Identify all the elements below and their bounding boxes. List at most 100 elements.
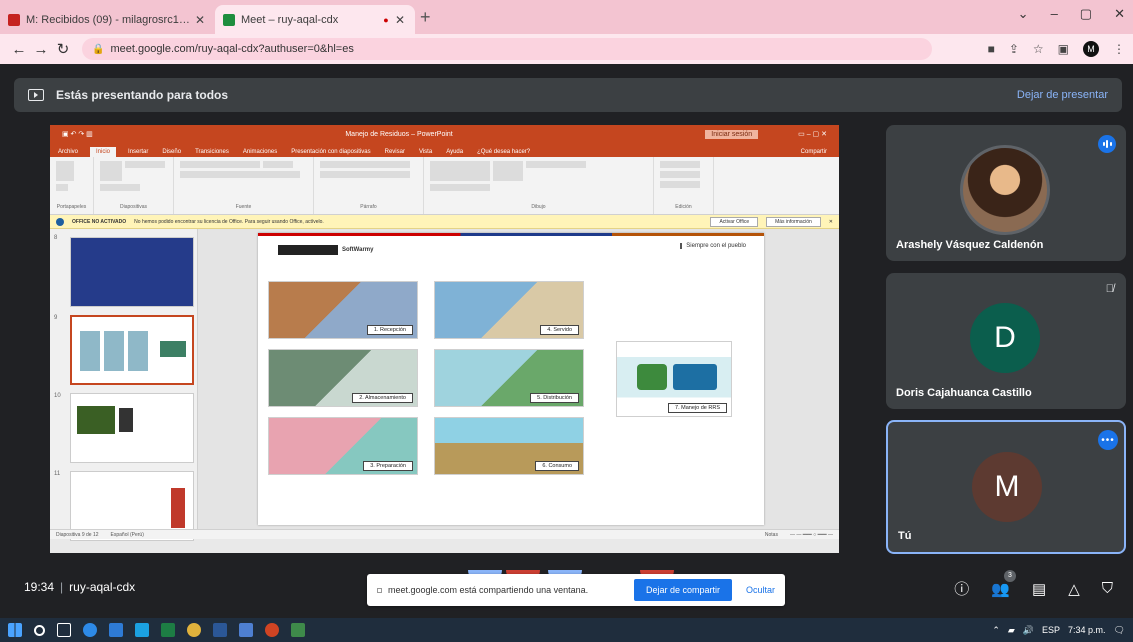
participant-tile[interactable]: D 🎙̸ Doris Cajahuanca Castillo <box>886 273 1126 409</box>
participant-tile[interactable]: Arashely Vásquez Caldenón <box>886 125 1126 261</box>
hide-button[interactable]: Ocultar <box>746 585 775 595</box>
stop-sharing-button[interactable]: Dejar de compartir <box>633 579 732 601</box>
menu-icon[interactable]: ⋮ <box>1113 42 1125 56</box>
ppt-tab[interactable]: Presentación con diapositivas <box>289 149 372 157</box>
info-icon[interactable]: ⓘ <box>954 578 969 599</box>
office-warning-bar: OFFICE NO ACTIVADO No hemos podido encon… <box>50 215 839 229</box>
edge-icon[interactable] <box>83 623 97 637</box>
drag-handle-icon[interactable] <box>377 587 382 593</box>
reload-icon[interactable]: ↻ <box>52 40 74 58</box>
minimize-icon[interactable]: – <box>1051 6 1058 22</box>
close-window-icon[interactable]: ✕ <box>1114 6 1125 22</box>
ribbon-group: Diapositivas <box>94 157 174 214</box>
meet-icon[interactable] <box>291 623 305 637</box>
chat-icon[interactable]: ▤ <box>1032 580 1046 598</box>
ribbon-group: Portapapeles <box>50 157 94 214</box>
search-icon[interactable] <box>34 624 45 636</box>
share-icon[interactable]: ⇪ <box>1009 42 1019 56</box>
excel-icon[interactable] <box>161 623 175 637</box>
shared-screen: ▣ ↶ ↷ ▥ Manejo de Residuos – PowerPoint … <box>50 125 839 553</box>
participant-photo <box>960 145 1050 235</box>
extensions-icon[interactable]: ▣ <box>1058 42 1069 56</box>
ppt-tab[interactable]: Ayuda <box>444 149 465 157</box>
mic-off-icon: 🎙̸ <box>1105 283 1114 295</box>
ppt-tab[interactable]: Vista <box>417 149 434 157</box>
lock-icon[interactable]: 🔒 <box>92 44 104 55</box>
forward-icon[interactable]: → <box>30 41 52 58</box>
meeting-code: ruy-aqal-cdx <box>69 580 136 594</box>
host-controls-icon[interactable]: ⛉ <box>1102 580 1113 597</box>
ppt-tab[interactable]: Archivo <box>56 149 80 157</box>
chevron-down-icon[interactable]: ⌄ <box>1018 6 1029 22</box>
language-indicator[interactable]: ESP <box>1042 625 1060 635</box>
ppt-ribbon: Portapapeles Diapositivas Fuente Párrafo… <box>50 157 839 215</box>
recording-dot-icon: ● <box>383 14 389 25</box>
presenting-banner: Estás presentando para todos Dejar de pr… <box>14 78 1122 112</box>
ppt-sign-in[interactable]: Iniciar sesión <box>705 129 759 139</box>
people-icon[interactable]: 👥 3 <box>991 569 1016 598</box>
ribbon-group: Dibujo <box>424 157 654 214</box>
profile-avatar[interactable]: M <box>1083 41 1099 57</box>
present-screen-icon <box>28 89 44 101</box>
explorer-icon[interactable] <box>109 623 123 637</box>
more-info-button[interactable]: Más información <box>766 216 821 227</box>
toolbar-actions: ■ ⇪ ☆ ▣ M ⋮ <box>988 41 1125 57</box>
powerpoint-icon[interactable] <box>265 623 279 637</box>
close-icon[interactable]: ✕ <box>829 219 833 225</box>
ppt-tab-active[interactable]: Inicio <box>90 147 117 157</box>
star-icon[interactable]: ☆ <box>1033 42 1044 56</box>
window-controls: ⌄ – ▢ ✕ <box>1018 6 1125 22</box>
ppt-tab[interactable]: Compartir <box>799 149 829 157</box>
slide-thumbnail[interactable] <box>70 393 194 463</box>
close-icon[interactable]: ✕ <box>193 13 207 27</box>
ppt-tab[interactable]: Insertar <box>126 149 150 157</box>
process-card: 6. Consumo <box>434 417 584 475</box>
ppt-tab[interactable]: ¿Qué desea hacer? <box>475 149 532 157</box>
camera-icon[interactable]: ■ <box>988 42 995 56</box>
presenting-text: Estás presentando para todos <box>56 88 229 102</box>
maximize-icon[interactable]: ▢ <box>1080 6 1092 22</box>
task-view-icon[interactable] <box>57 623 71 637</box>
ppt-tab[interactable]: Diseño <box>160 149 183 157</box>
browser-tab-gmail[interactable]: M: Recibidos (09) - milagrosrc1980 ✕ <box>0 5 215 34</box>
close-icon[interactable]: ✕ <box>393 13 407 27</box>
slide-stage: SoftWarmy Siempre con el pueblo 1. Recep… <box>198 229 839 539</box>
new-tab-button[interactable]: + <box>420 7 431 28</box>
slide-logo: SoftWarmy <box>278 245 373 255</box>
volume-icon[interactable]: 🔊 <box>1023 625 1034 636</box>
word-icon[interactable] <box>213 623 227 637</box>
participant-avatar: D <box>970 303 1040 373</box>
more-options-icon[interactable]: ••• <box>1098 430 1118 450</box>
current-slide[interactable]: SoftWarmy Siempre con el pueblo 1. Recep… <box>258 233 764 525</box>
activate-office-button[interactable]: Activar Office <box>710 216 759 227</box>
activities-icon[interactable]: △ <box>1068 580 1080 598</box>
browser-tab-meet[interactable]: Meet – ruy-aqal-cdx ● ✕ <box>215 5 415 34</box>
ppt-tab[interactable]: Transiciones <box>193 149 231 157</box>
windows-start-icon[interactable] <box>8 623 22 637</box>
process-card: 1. Recepción <box>268 281 418 339</box>
network-icon[interactable]: ▰ <box>1008 625 1015 636</box>
back-icon[interactable]: ← <box>8 41 30 58</box>
store-icon[interactable] <box>135 623 149 637</box>
zoom-slider[interactable]: — — ━━━ ○ ━━━ — <box>790 532 833 538</box>
address-bar[interactable]: 🔒 meet.google.com/ruy-aqal-cdx?authuser=… <box>82 38 932 60</box>
browser-toolbar: ← → ↻ 🔒 meet.google.com/ruy-aqal-cdx?aut… <box>0 34 1133 64</box>
process-card: 3. Preparación <box>268 417 418 475</box>
ppt-workspace: 8 9 10 11 SoftWarmy Siempre con el puebl… <box>50 229 839 541</box>
taskbar-clock[interactable]: 7:34 p.m. <box>1068 625 1106 635</box>
info-icon <box>56 217 64 226</box>
chrome-icon[interactable] <box>187 623 201 637</box>
ppt-window-controls: ▭ – ▢ ✕ <box>798 131 827 138</box>
ppt-tab[interactable]: Revisar <box>383 149 407 157</box>
ppt-status-bar: Diapositiva 9 de 12 Español (Perú) Notas… <box>50 529 839 539</box>
stop-presenting-button[interactable]: Dejar de presentar <box>1017 89 1108 101</box>
slide-thumbnail-selected[interactable] <box>70 315 194 385</box>
slide-thumbnail[interactable] <box>70 237 194 307</box>
notification-icon[interactable]: 🗨 <box>1114 625 1125 636</box>
participant-tile-self[interactable]: M ••• Tú <box>886 420 1126 554</box>
ribbon-group: Párrafo <box>314 157 424 214</box>
tray-chevron-icon[interactable]: ⌃ <box>992 625 1000 636</box>
notes-button[interactable]: Notas <box>765 532 778 538</box>
ppt-tab[interactable]: Animaciones <box>241 149 279 157</box>
app-icon[interactable] <box>239 623 253 637</box>
